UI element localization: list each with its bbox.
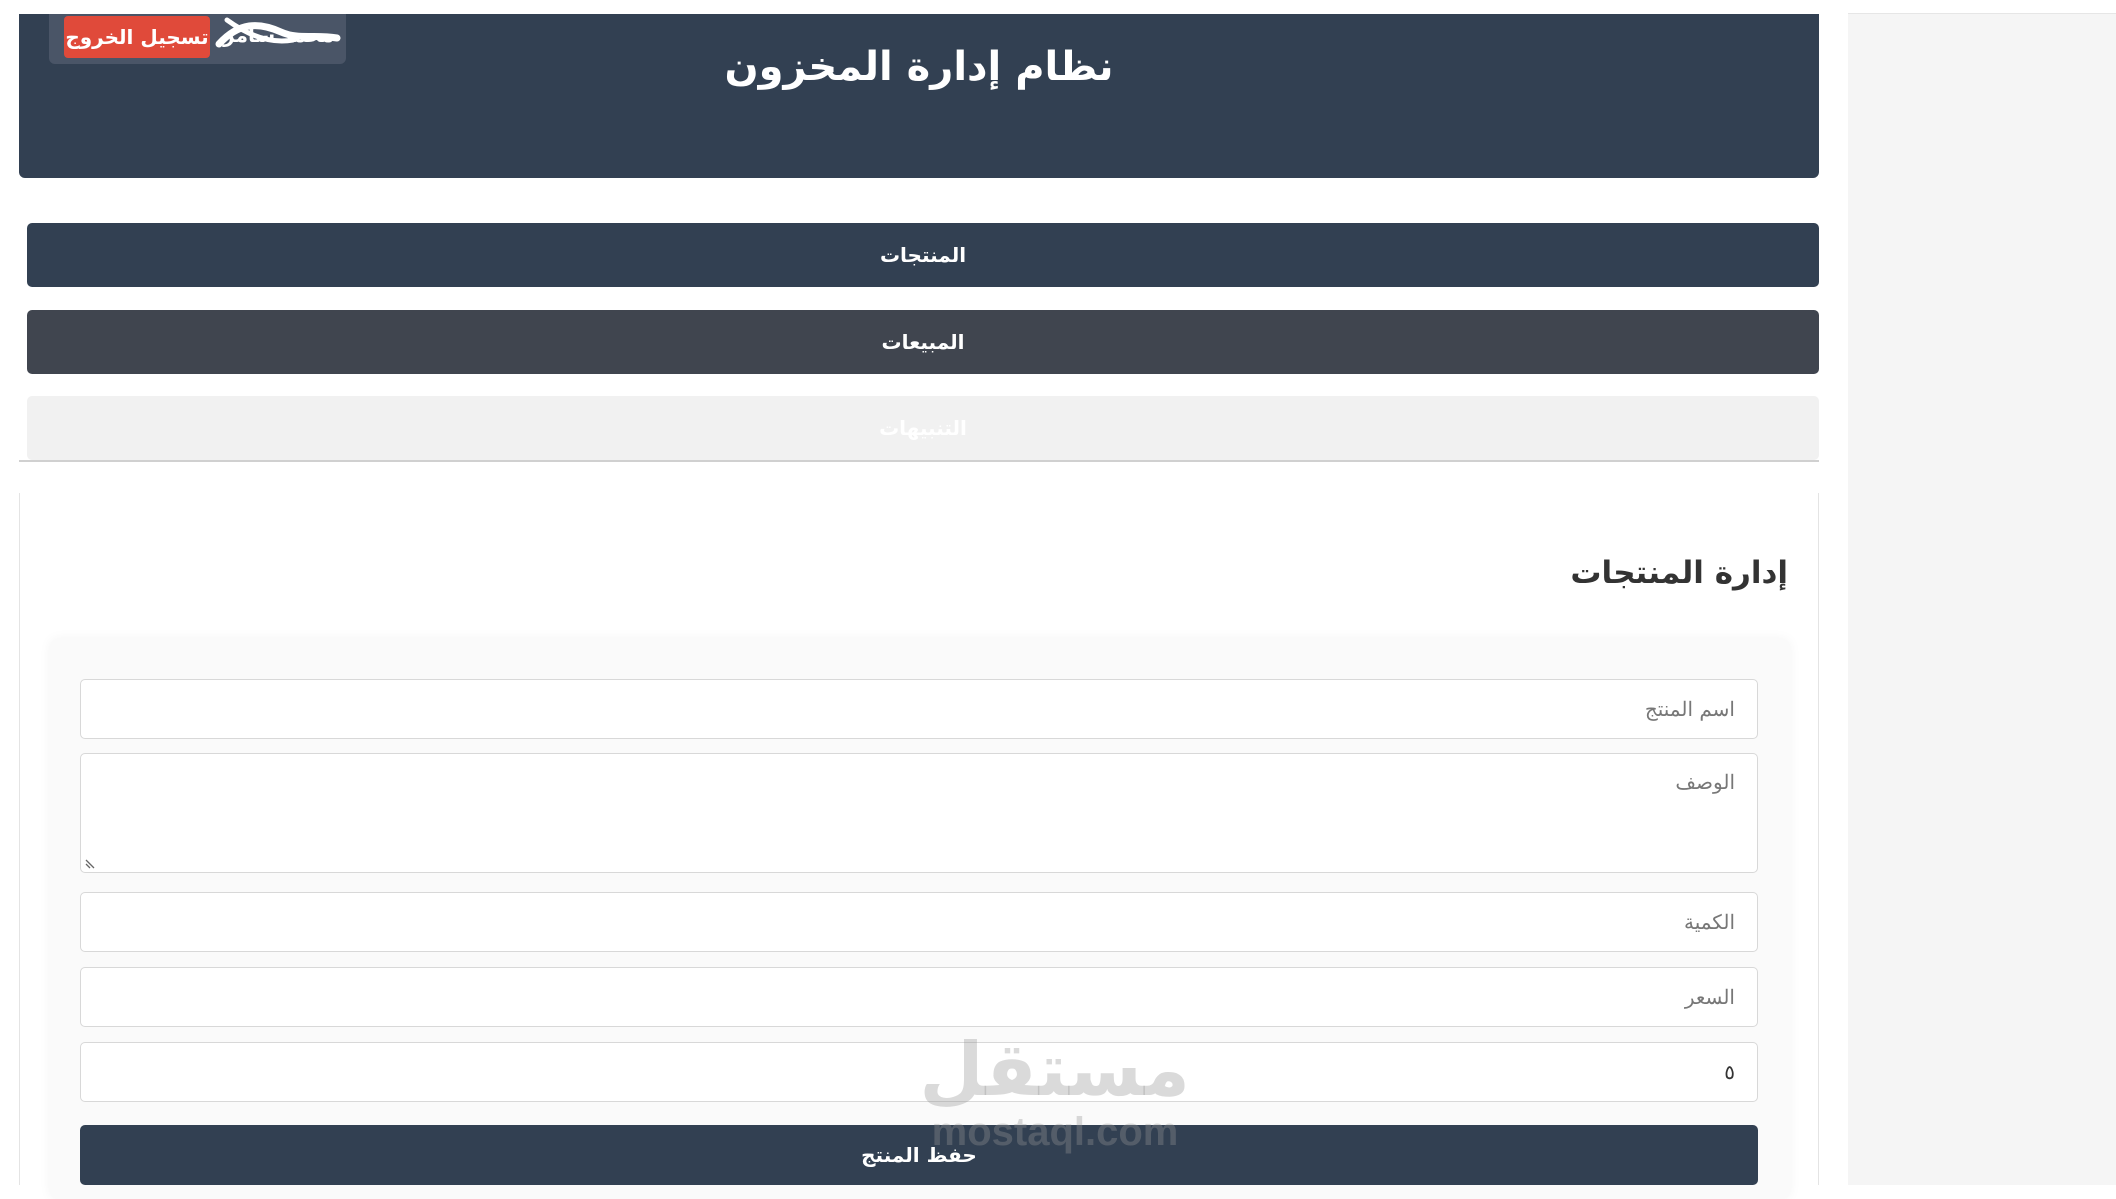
page-gutter bbox=[1848, 0, 2116, 1185]
quantity-input[interactable]: الكمية bbox=[80, 892, 1758, 952]
redaction-scribble bbox=[215, 17, 341, 48]
price-input[interactable]: السعر bbox=[80, 967, 1758, 1027]
tab-sales[interactable]: المبيعات bbox=[27, 310, 1819, 374]
tab-products[interactable]: المنتجات bbox=[27, 223, 1819, 287]
product-code-input[interactable]: ٥ bbox=[80, 1042, 1758, 1102]
products-panel: إدارة المنتجات اسم المنتج الوصف الكمية ا… bbox=[19, 493, 1819, 1199]
logout-button[interactable]: تسجيل الخروج bbox=[64, 16, 210, 58]
description-textarea[interactable]: الوصف bbox=[80, 753, 1758, 873]
tab-alerts[interactable]: التنبيهات bbox=[27, 396, 1819, 460]
nav-divider bbox=[19, 460, 1819, 462]
save-product-button[interactable]: حفظ المنتج bbox=[80, 1125, 1758, 1185]
resize-handle-icon[interactable] bbox=[84, 858, 96, 870]
user-box: تسجيل الخروج محمد سامر bbox=[49, 14, 346, 64]
section-title: إدارة المنتجات bbox=[1570, 555, 1788, 591]
description-placeholder: الوصف bbox=[1675, 770, 1735, 794]
page-gutter-top bbox=[1848, 0, 2116, 14]
product-form: اسم المنتج الوصف الكمية السعر ٥ حفظ المن… bbox=[50, 639, 1790, 1199]
product-name-input[interactable]: اسم المنتج bbox=[80, 679, 1758, 739]
app-header: نظام إدارة المخزون تسجيل الخروج محمد سام… bbox=[19, 14, 1819, 178]
